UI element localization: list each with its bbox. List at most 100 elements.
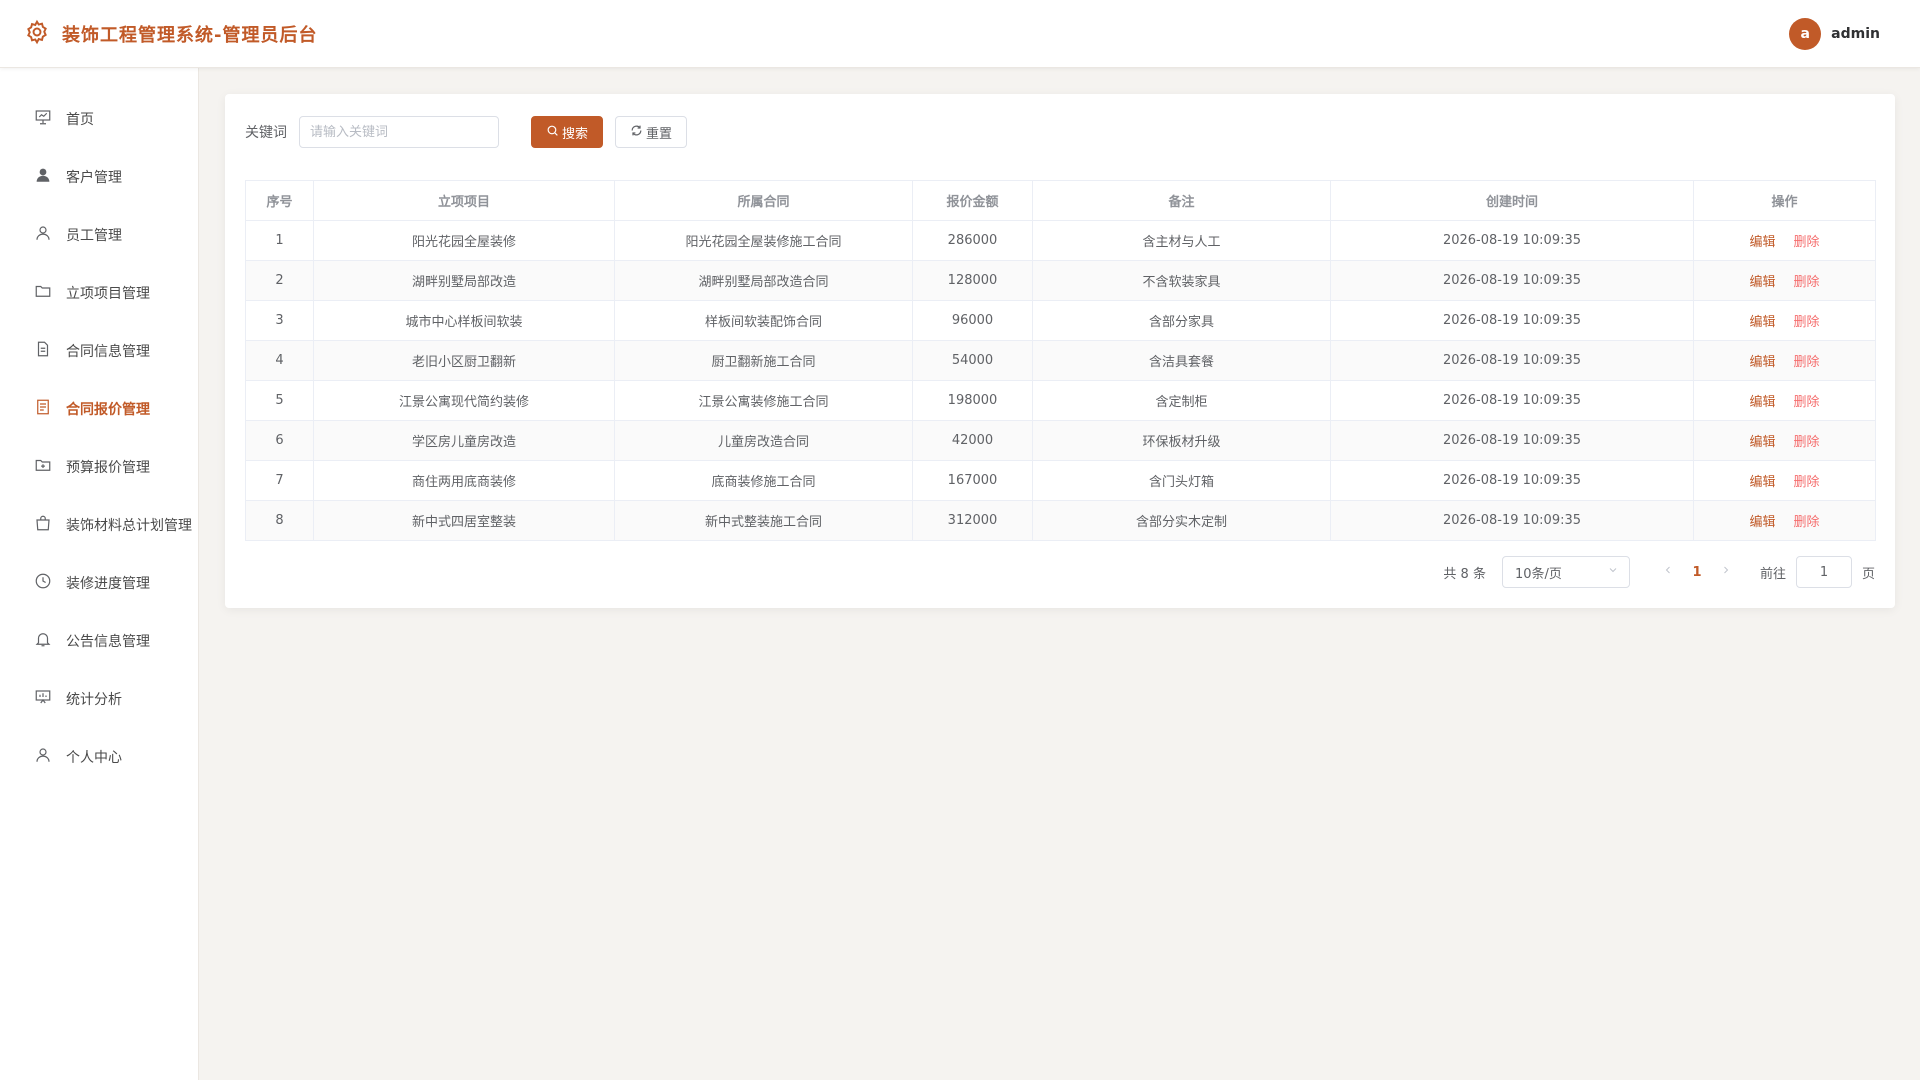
cell-no: 1 [245, 220, 314, 261]
delete-button[interactable]: 删除 [1794, 235, 1820, 250]
column-header[interactable]: 创建时间 [1330, 180, 1694, 221]
page-size-select[interactable]: 10条/页 [1501, 556, 1630, 588]
delete-button[interactable]: 删除 [1794, 395, 1820, 410]
cell-remark: 含定制柜 [1032, 380, 1331, 421]
cell-created: 2026-08-19 10:09:35 [1330, 300, 1694, 341]
cell-contract: 阳光花园全屋装修施工合同 [614, 220, 913, 261]
cell-project: 阳光花园全屋装修 [313, 220, 615, 261]
prev-page-button[interactable] [1654, 558, 1682, 586]
cell-amount: 286000 [912, 220, 1033, 261]
edit-button[interactable]: 编辑 [1749, 235, 1775, 250]
top-header: 装饰工程管理系统-管理员后台 a admin [0, 0, 1920, 68]
edit-button[interactable]: 编辑 [1749, 515, 1775, 530]
page-number[interactable]: 1 [1682, 565, 1712, 580]
edit-button[interactable]: 编辑 [1749, 355, 1775, 370]
sidebar-item-label: 统计分析 [66, 692, 122, 708]
presentation-icon [34, 108, 52, 130]
cell-remark: 含部分实木定制 [1032, 500, 1331, 541]
edit-button[interactable]: 编辑 [1749, 315, 1775, 330]
sidebar-item-customers[interactable]: 客户管理 [0, 148, 198, 206]
sidebar-item-label: 合同信息管理 [66, 344, 150, 360]
edit-button[interactable]: 编辑 [1749, 435, 1775, 450]
delete-button[interactable]: 删除 [1794, 275, 1820, 290]
sidebar-item-employees[interactable]: 员工管理 [0, 206, 198, 264]
gear-icon [24, 19, 50, 49]
shopping-bag-icon [34, 514, 52, 536]
cell-amount: 42000 [912, 420, 1033, 461]
avatar[interactable]: a [1789, 17, 1822, 50]
chevron-left-icon [1662, 564, 1674, 580]
bell-icon [34, 630, 52, 652]
username[interactable]: admin [1831, 26, 1880, 42]
search-icon [546, 124, 559, 141]
column-header[interactable]: 备注 [1032, 180, 1331, 221]
search-button-label: 搜索 [562, 126, 589, 142]
data-board-icon [34, 688, 52, 710]
cell-no: 5 [245, 380, 314, 421]
cell-contract: 底商装修施工合同 [614, 460, 913, 501]
cell-remark: 含主材与人工 [1032, 220, 1331, 261]
delete-button[interactable]: 删除 [1794, 355, 1820, 370]
cell-remark: 含部分家具 [1032, 300, 1331, 341]
pagination: 共 8 条 10条/页 1 前往 页 [1443, 556, 1875, 588]
sidebar-item-progress[interactable]: 装修进度管理 [0, 554, 198, 612]
column-header[interactable]: 立项项目 [313, 180, 615, 221]
sidebar-item-budget-quotes[interactable]: 预算报价管理 [0, 438, 198, 496]
next-page-button[interactable] [1712, 558, 1740, 586]
column-header[interactable]: 报价金额 [912, 180, 1033, 221]
sidebar-item-label: 首页 [66, 112, 94, 128]
sidebar-item-announcements[interactable]: 公告信息管理 [0, 612, 198, 670]
cell-amount: 198000 [912, 380, 1033, 421]
sidebar-item-projects[interactable]: 立项项目管理 [0, 264, 198, 322]
refresh-icon [630, 124, 643, 141]
sidebar-item-contracts[interactable]: 合同信息管理 [0, 322, 198, 380]
user-icon [34, 224, 52, 246]
sidebar-item-contract-quotes[interactable]: 合同报价管理 [0, 380, 198, 438]
search-button[interactable]: 搜索 [531, 116, 604, 148]
reset-button[interactable]: 重置 [615, 116, 688, 148]
sidebar-item-profile[interactable]: 个人中心 [0, 728, 198, 786]
column-header[interactable]: 序号 [245, 180, 314, 221]
column-header[interactable]: 所属合同 [614, 180, 913, 221]
cell-actions: 编辑 删除 [1693, 500, 1876, 541]
table-row: 6 学区房儿童房改造 儿童房改造合同 42000 环保板材升级 2026-08-19 10… [245, 420, 1876, 461]
cell-created: 2026-08-19 10:09:35 [1330, 340, 1694, 381]
table-row: 3 城市中心样板间软装 样板间软装配饰合同 96000 含部分家具 2026-08-19 … [245, 300, 1876, 341]
sidebar-item-label: 客户管理 [66, 170, 122, 186]
delete-button[interactable]: 删除 [1794, 515, 1820, 530]
cell-no: 2 [245, 260, 314, 301]
cell-actions: 编辑 删除 [1693, 380, 1876, 421]
content-card: 关键词 搜索 重置 序号 立项项目 所属合同 报价金额 备注 创建时间 操作 [225, 94, 1895, 608]
cell-no: 8 [245, 500, 314, 541]
search-label: 关键词 [245, 125, 287, 141]
user-filled-icon [34, 166, 52, 188]
folder-add-icon [34, 456, 52, 478]
delete-button[interactable]: 删除 [1794, 315, 1820, 330]
total-count: 共 8 条 [1443, 566, 1486, 582]
table-row: 1 阳光花园全屋装修 阳光花园全屋装修施工合同 286000 含主材与人工 2026-08… [245, 220, 1876, 261]
cell-remark: 含洁具套餐 [1032, 340, 1331, 381]
edit-button[interactable]: 编辑 [1749, 395, 1775, 410]
quotes-table: 序号 立项项目 所属合同 报价金额 备注 创建时间 操作 1 阳光花园全屋装修 阳光… [245, 180, 1876, 541]
edit-button[interactable]: 编辑 [1749, 475, 1775, 490]
cell-project: 新中式四居室整装 [313, 500, 615, 541]
sidebar: 首页 客户管理 员工管理 立项项目管理 合同信息管理 合同报价管理 预算报价管理… [0, 68, 199, 1080]
cell-actions: 编辑 删除 [1693, 260, 1876, 301]
sidebar-item-label: 立项项目管理 [66, 286, 150, 302]
cell-contract: 江景公寓装修施工合同 [614, 380, 913, 421]
goto-label: 前往 [1759, 566, 1786, 582]
sidebar-item-home[interactable]: 首页 [0, 90, 198, 148]
cell-remark: 不含软装家具 [1032, 260, 1331, 301]
cell-created: 2026-08-19 10:09:35 [1330, 420, 1694, 461]
keyword-input[interactable] [299, 116, 499, 148]
goto-page-input[interactable] [1795, 556, 1852, 588]
sidebar-item-label: 个人中心 [66, 750, 122, 766]
user-menu[interactable]: a admin [1789, 17, 1880, 50]
sidebar-item-statistics[interactable]: 统计分析 [0, 670, 198, 728]
edit-button[interactable]: 编辑 [1749, 275, 1775, 290]
sidebar-item-materials-plan[interactable]: 装饰材料总计划管理 [0, 496, 198, 554]
delete-button[interactable]: 删除 [1794, 475, 1820, 490]
cell-project: 学区房儿童房改造 [313, 420, 615, 461]
delete-button[interactable]: 删除 [1794, 435, 1820, 450]
cell-actions: 编辑 删除 [1693, 220, 1876, 261]
